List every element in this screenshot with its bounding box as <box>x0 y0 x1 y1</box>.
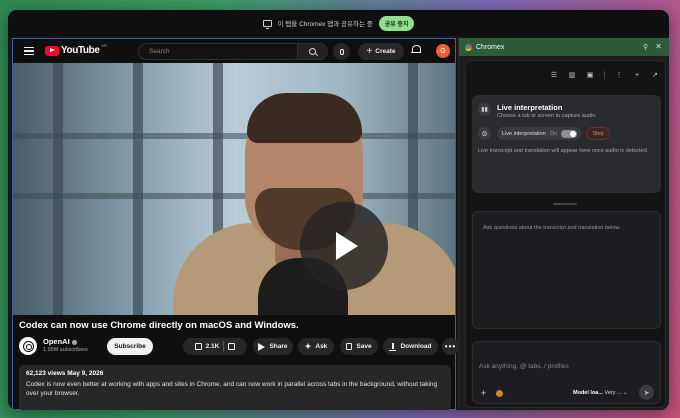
channel-subscriber-count: 1.95M subscribers <box>43 347 88 353</box>
window-frame <box>133 63 143 315</box>
settings-gear-icon[interactable]: ⚙ <box>478 127 491 140</box>
menu-icon[interactable] <box>24 47 34 56</box>
channel-row: OpenAI 1.95M subscribers Subscribe 2.1K … <box>19 336 459 360</box>
save-icon <box>346 343 353 350</box>
channel-avatar[interactable] <box>19 337 37 355</box>
youtube-region-code: KR <box>101 43 108 48</box>
share-button[interactable]: Share <box>253 338 293 355</box>
create-label: Create <box>375 48 396 55</box>
play-button[interactable] <box>300 202 388 290</box>
search-button[interactable] <box>297 44 327 59</box>
verified-icon <box>71 339 77 345</box>
video-description[interactable]: 62,123 views May 9, 2026 Codex is now ev… <box>19 365 451 410</box>
description-text: Codex is now even better at working with… <box>26 381 438 397</box>
channel-name[interactable]: OpenAI <box>43 337 77 346</box>
pin-icon[interactable]: ⚲ <box>643 43 648 51</box>
send-button[interactable]: ➤ <box>639 385 654 400</box>
like-divider <box>223 341 225 352</box>
youtube-logo[interactable]: YouTube KR <box>45 43 108 56</box>
plus-icon: + <box>366 45 373 57</box>
browser-window: 이 탭을 Chromex 앱과 공유하는 중 공유 중지 YouTube KR … <box>8 10 669 410</box>
toggle-switch[interactable] <box>561 129 577 138</box>
effort-label: Very ... <box>604 390 622 396</box>
youtube-play-icon <box>45 45 59 56</box>
download-label: Download <box>400 343 432 350</box>
panel-toolbar: ☰ ▥ ▣ ⋮ + ↗ <box>550 71 659 79</box>
window-frame <box>13 133 455 139</box>
panel-title: Chromex <box>476 43 505 51</box>
sharing-message: 이 탭을 Chromex 앱과 공유하는 중 <box>277 21 373 28</box>
like-dislike-group: 2.1K <box>183 338 247 355</box>
chromex-side-panel: Chromex ⚲ ✕ ☰ ▥ ▣ ⋮ + ↗ ▮▮ Live interpre… <box>458 38 669 410</box>
image-icon[interactable]: ▣ <box>586 71 594 79</box>
live-subtitle: Choose a tab or screen to capture audio. <box>497 113 597 119</box>
sparkle-icon: ✦ <box>304 342 312 351</box>
toolbar-divider <box>604 71 605 79</box>
search-icon <box>309 48 316 55</box>
download-icon <box>389 342 397 351</box>
ask-label: Ask <box>315 343 328 350</box>
panel-header: Chromex ⚲ ✕ <box>459 38 669 56</box>
resize-handle[interactable] <box>553 203 577 205</box>
qa-hint: Ask questions about the transcript and t… <box>483 225 621 231</box>
more-icon: ••• <box>444 342 457 351</box>
thumbs-down-icon[interactable] <box>228 343 236 350</box>
qa-area: Ask questions about the transcript and t… <box>472 211 661 329</box>
ask-button[interactable]: ✦ Ask <box>298 338 334 355</box>
youtube-page: YouTube KR + Create G <box>12 38 459 410</box>
close-icon[interactable]: ✕ <box>655 42 662 51</box>
microphone-icon <box>339 48 344 55</box>
model-selector[interactable]: Model loa... Very ... ⌄ <box>573 390 628 396</box>
video-title: Codex can now use Chrome directly on mac… <box>19 320 299 331</box>
search-input[interactable] <box>139 44 289 59</box>
openai-logo-icon <box>22 340 34 352</box>
like-count[interactable]: 2.1K <box>206 343 220 350</box>
open-external-icon[interactable]: ↗ <box>651 71 659 79</box>
create-button[interactable]: + Create <box>358 43 404 60</box>
chromex-logo-icon <box>465 43 472 51</box>
window-frame <box>13 193 455 199</box>
notifications-bell-icon[interactable] <box>411 45 421 55</box>
chat-input[interactable] <box>479 361 649 371</box>
thumbs-up-icon[interactable] <box>194 343 202 350</box>
stop-button[interactable]: Stop <box>586 127 610 140</box>
live-interpretation-card: ▮▮ Live interpretation Choose a tab or s… <box>472 95 661 193</box>
window-frame <box>53 63 63 315</box>
panel-body: ☰ ▥ ▣ ⋮ + ↗ ▮▮ Live interpretation Choos… <box>465 60 666 408</box>
model-label: Model loa... <box>573 390 603 396</box>
view-count-date: 62,123 views May 9, 2026 <box>26 370 104 377</box>
share-label: Share <box>269 343 288 350</box>
add-icon[interactable]: + <box>633 71 641 79</box>
share-icon <box>258 342 266 351</box>
audio-waveform-icon: ▮▮ <box>478 103 491 116</box>
more-actions-button[interactable]: ••• <box>442 338 459 355</box>
voice-search-button[interactable] <box>333 43 350 60</box>
screen-share-icon <box>262 19 272 29</box>
live-title: Live interpretation <box>497 103 563 112</box>
chat-composer: + Model loa... Very ... ⌄ ➤ <box>472 341 661 404</box>
account-avatar[interactable]: G <box>436 44 450 58</box>
live-transcript-note: Live transcript and translation will app… <box>478 148 649 154</box>
save-button[interactable]: Save <box>340 338 378 355</box>
youtube-header: YouTube KR + Create G <box>13 39 455 63</box>
download-button[interactable]: Download <box>383 338 438 355</box>
youtube-logo-text: YouTube <box>61 45 100 56</box>
video-person-hair <box>247 93 362 143</box>
live-interpretation-toggle[interactable]: Live interpretation On <box>497 127 581 140</box>
video-player[interactable] <box>13 63 455 315</box>
search-box <box>138 43 328 60</box>
toggle-label: Live interpretation <box>502 130 546 137</box>
profile-icon[interactable] <box>496 390 503 397</box>
chart-icon[interactable]: ▥ <box>568 71 576 79</box>
toggle-state: On <box>549 130 558 137</box>
stop-sharing-button[interactable]: 공유 중지 <box>378 15 415 31</box>
subscribe-button[interactable]: Subscribe <box>107 338 153 355</box>
tab-sharing-bar: 이 탭을 Chromex 앱과 공유하는 중 공유 중지 <box>8 10 669 36</box>
more-vertical-icon[interactable]: ⋮ <box>615 71 623 79</box>
attach-plus-icon[interactable]: + <box>481 388 486 398</box>
save-label: Save <box>356 343 372 350</box>
play-icon <box>336 232 358 260</box>
list-icon[interactable]: ☰ <box>550 71 558 79</box>
